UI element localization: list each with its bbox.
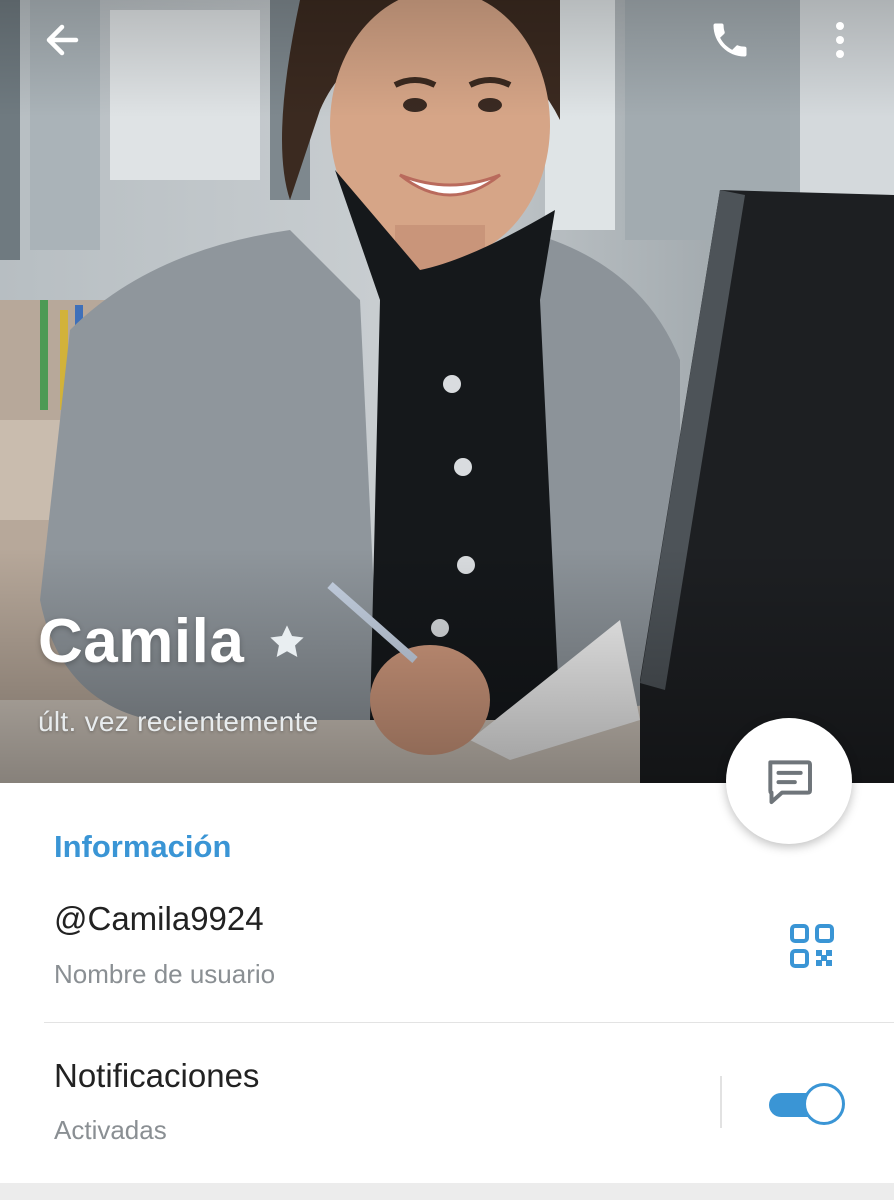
profile-header: Camila últ. vez recientemente (0, 0, 894, 783)
divider (44, 1022, 894, 1023)
profile-name: Camila (38, 607, 245, 676)
notifications-row[interactable]: Notificaciones Activadas (0, 1043, 894, 1173)
back-button[interactable] (32, 10, 92, 70)
notifications-label: Notificaciones (54, 1057, 260, 1094)
profile-name-row: Camila (38, 606, 308, 677)
top-bar (0, 0, 894, 90)
toggle-knob (803, 1083, 845, 1125)
username-value: @Camila9924 (54, 900, 264, 937)
phone-icon (713, 23, 747, 57)
more-options-button[interactable] (810, 10, 870, 70)
vertical-separator (720, 1076, 722, 1128)
info-section: Información @Camila9924 Nombre de usuari… (0, 783, 894, 1183)
message-icon (768, 760, 812, 804)
bottom-strip (0, 1183, 894, 1200)
qr-code-button[interactable] (784, 918, 840, 974)
username-label: Nombre de usuario (54, 959, 276, 989)
section-title-info: Información (54, 829, 232, 864)
more-vertical-icon (836, 22, 844, 58)
call-button[interactable] (700, 10, 760, 70)
username-row[interactable]: @Camila9924 Nombre de usuario (0, 888, 894, 1018)
arrow-left-icon (46, 24, 79, 56)
star-icon (270, 624, 304, 657)
qr-code-icon (790, 924, 834, 968)
last-seen-status: últ. vez recientemente (38, 706, 319, 737)
notifications-toggle[interactable] (767, 1083, 845, 1125)
send-message-button[interactable] (726, 718, 852, 844)
notifications-status: Activadas (54, 1115, 167, 1145)
